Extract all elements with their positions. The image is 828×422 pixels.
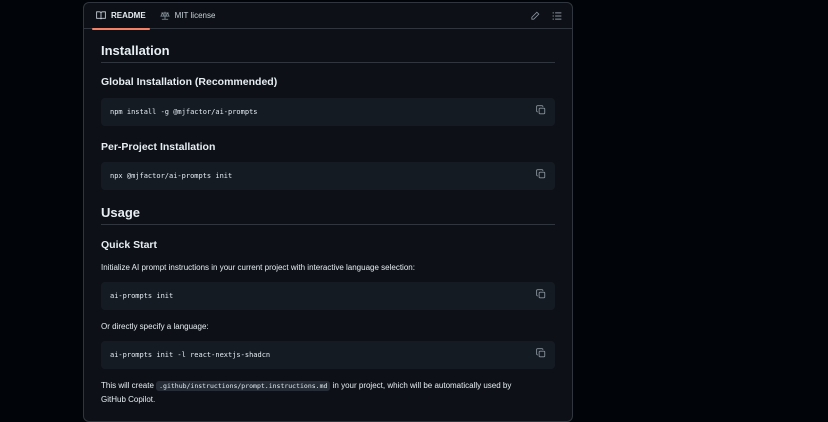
- heading-per-project-installation: Per-Project Installation: [101, 141, 216, 153]
- code-text-quickstart: ai-prompts init: [110, 292, 174, 300]
- code-text-global: npm install -g @mjfactor/ai-prompts: [110, 108, 258, 116]
- heading-quick-start: Quick Start: [101, 239, 158, 251]
- create-description: This will create .github/instructions/pr…: [101, 379, 555, 406]
- code-text-specify: ai-prompts init -l react-nextjs-shadcn: [110, 351, 271, 359]
- heading-usage: Usage: [101, 205, 555, 225]
- create-text-after: in your project, which will be automatic…: [330, 381, 512, 390]
- tab-license-label: MIT license: [174, 11, 216, 20]
- create-text-before: This will create: [101, 381, 157, 390]
- book-icon: [96, 11, 106, 20]
- heading-installation: Installation: [101, 43, 555, 63]
- code-text-per-project: npx @mjfactor/ai-prompts init: [110, 172, 233, 180]
- tab-license[interactable]: MIT license: [156, 3, 220, 29]
- quickstart-description: Initialize AI prompt instructions in you…: [101, 263, 415, 272]
- readme-panel: README MIT license Installation Global I…: [83, 2, 573, 422]
- pencil-icon[interactable]: [528, 9, 542, 23]
- inline-code-path: .github/instructions/prompt.instructions…: [156, 381, 331, 391]
- code-block-per-project: npx @mjfactor/ai-prompts init: [101, 162, 555, 190]
- copy-icon[interactable]: [536, 289, 547, 300]
- heading-global-installation: Global Installation (Recommended): [101, 76, 278, 88]
- code-block-specify: ai-prompts init -l react-nextjs-shadcn: [101, 341, 555, 369]
- readme-toolbar: README MIT license: [84, 3, 572, 30]
- copy-icon[interactable]: [536, 105, 547, 116]
- list-icon[interactable]: [550, 9, 564, 23]
- tab-readme-label: README: [111, 11, 146, 20]
- scale-icon: [159, 11, 170, 20]
- code-block-global: npm install -g @mjfactor/ai-prompts: [101, 98, 555, 126]
- code-block-quickstart: ai-prompts init: [101, 282, 555, 310]
- copy-icon[interactable]: [536, 348, 547, 359]
- create-text-line2: GitHub Copilot.: [101, 395, 156, 404]
- specify-language-text: Or directly specify a language:: [101, 322, 209, 331]
- copy-icon[interactable]: [536, 169, 547, 180]
- tab-readme[interactable]: README: [92, 3, 150, 30]
